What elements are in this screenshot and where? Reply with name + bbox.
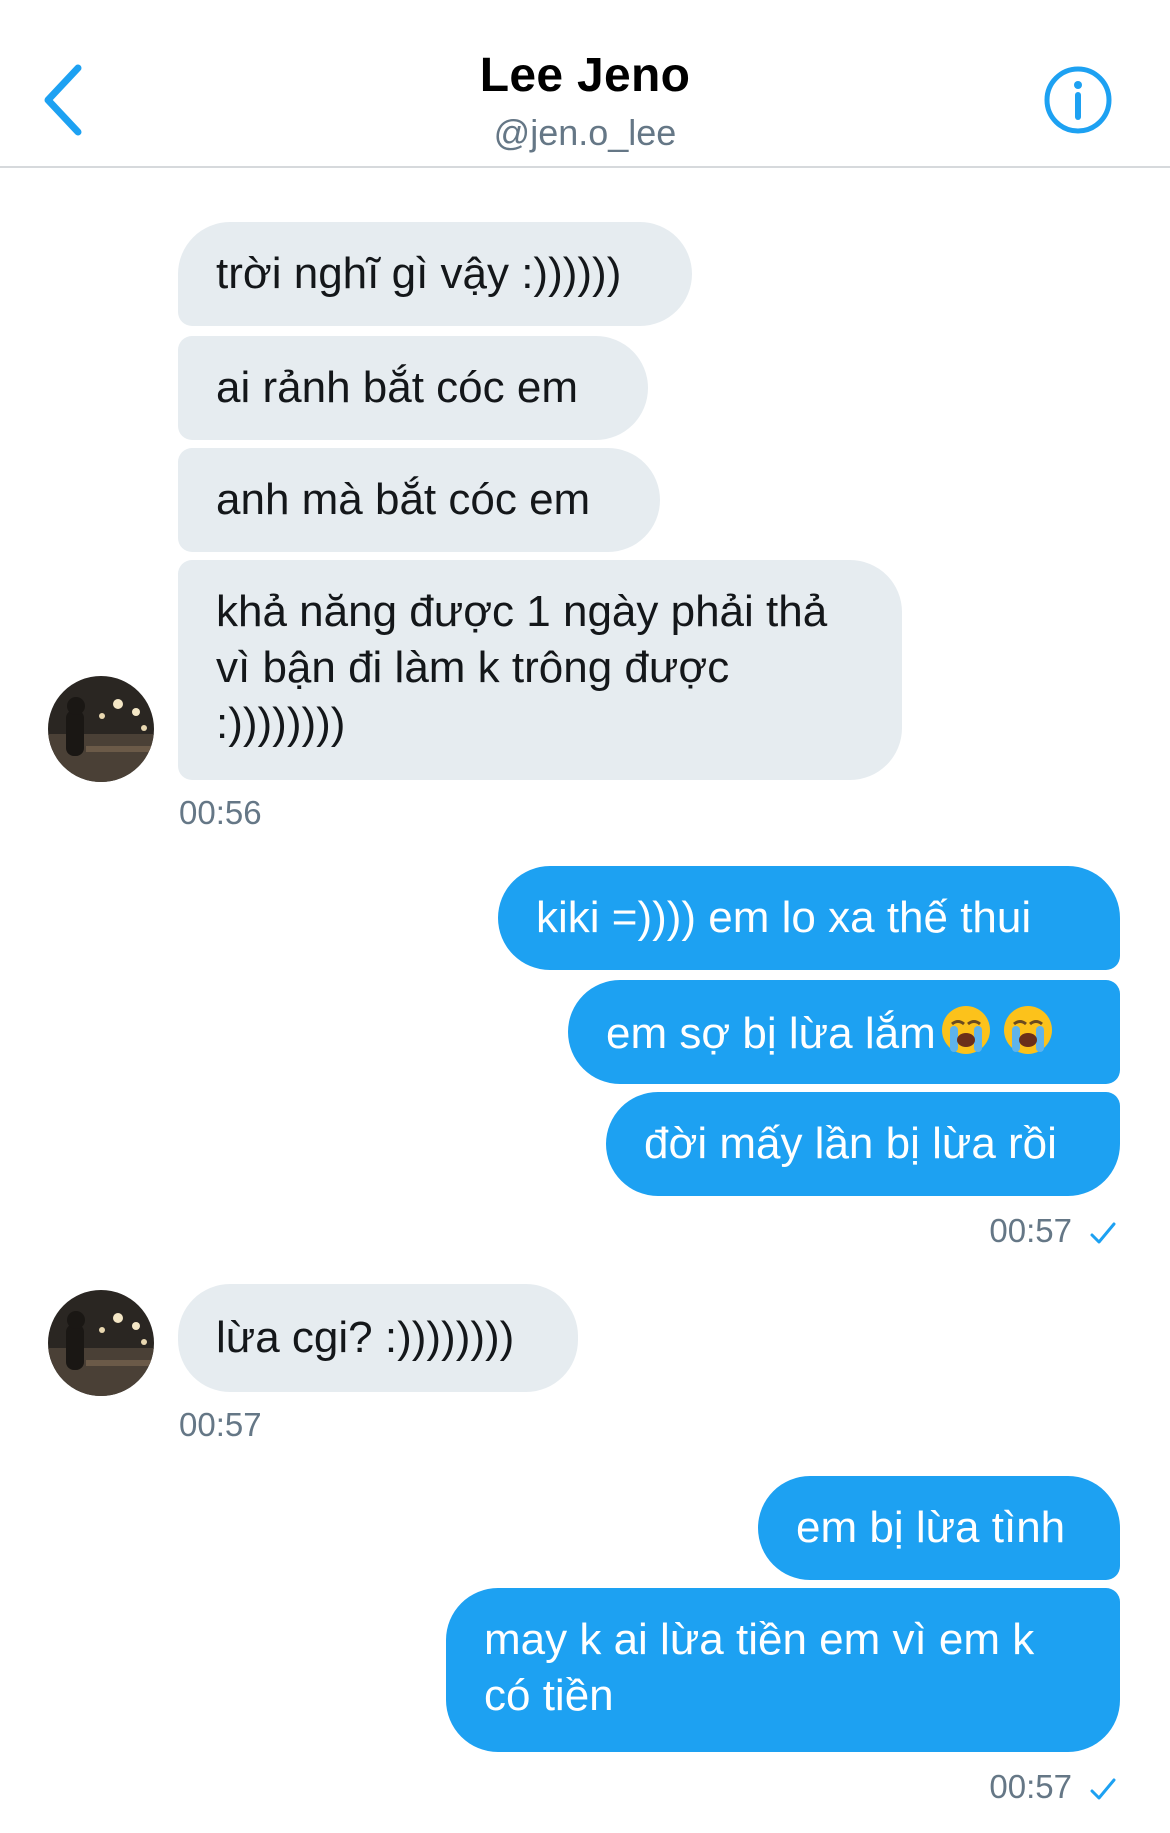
message-text: lừa cgi? :)))))))) (216, 1313, 515, 1362)
timestamp: 00:56 (179, 794, 262, 831)
loudly-crying-face-icon (1003, 1006, 1052, 1054)
incoming-message[interactable]: ai rảnh bắt cóc em (178, 336, 648, 440)
outgoing-message[interactable]: may k ai lừa tiền em vì em k có tiền (446, 1588, 1120, 1752)
avatar[interactable] (48, 1290, 154, 1396)
message-text: khả năng được 1 ngày phải thả vì bận đi … (216, 587, 828, 748)
avatar[interactable] (48, 676, 154, 782)
incoming-message[interactable]: lừa cgi? :)))))))) (178, 1284, 578, 1392)
incoming-message[interactable]: anh mà bắt cóc em (178, 448, 660, 552)
sent-check-icon (1090, 1778, 1116, 1800)
message-text: đời mấy lần bị lừa rồi (644, 1119, 1057, 1168)
message-text: anh mà bắt cóc em (216, 475, 591, 524)
contact-handle: @jen.o_lee (493, 112, 677, 153)
message-text: em bị lừa tình (796, 1503, 1066, 1552)
message-text-body: em sợ bị lừa lắm (606, 1009, 936, 1058)
timestamp: 00:57 (179, 1406, 262, 1443)
outgoing-message[interactable]: đời mấy lần bị lừa rồi (606, 1092, 1120, 1196)
incoming-message[interactable]: trời nghĩ gì vậy :)))))) (178, 222, 692, 326)
loudly-crying-face-icon (941, 1006, 990, 1054)
incoming-message[interactable]: khả năng được 1 ngày phải thả vì bận đi … (178, 560, 902, 780)
message-text: kiki =)))) em lo xa thế thui (536, 893, 1032, 942)
conversation-header: Lee Jeno @jen.o_lee (0, 0, 1170, 168)
message-text: trời nghĩ gì vậy :)))))) (216, 249, 622, 298)
message-text: may k ai lừa tiền em vì em k có tiền (484, 1615, 1035, 1720)
contact-name[interactable]: Lee Jeno (0, 48, 1170, 103)
message-text: em sợ bị lừa lắm (606, 1004, 1082, 1062)
timestamp: 00:57 (989, 1212, 1072, 1249)
outgoing-message[interactable]: em bị lừa tình (758, 1476, 1120, 1580)
sent-check-icon (1090, 1222, 1116, 1244)
info-icon[interactable] (1042, 64, 1114, 136)
outgoing-message[interactable]: kiki =)))) em lo xa thế thui (498, 866, 1120, 970)
outgoing-message[interactable]: em sợ bị lừa lắm (568, 980, 1120, 1084)
timestamp: 00:57 (989, 1768, 1072, 1805)
message-text: ai rảnh bắt cóc em (216, 363, 578, 412)
